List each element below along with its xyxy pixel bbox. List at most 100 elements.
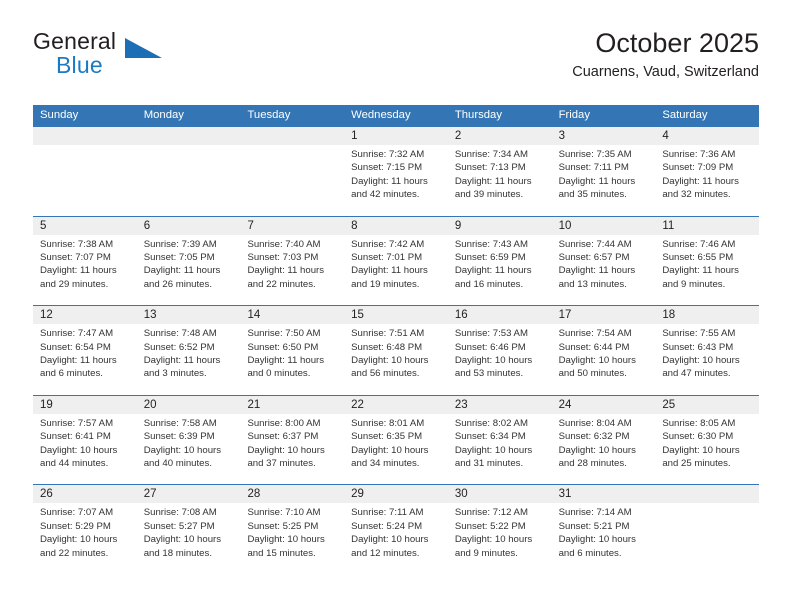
day-number (136, 127, 241, 145)
calendar-day-cell[interactable]: 3 Sunrise: 7:35 AM Sunset: 7:11 PM Daylight… (551, 127, 656, 216)
sunrise-text: Sunrise: 7:55 AM (662, 328, 736, 340)
day-sun-info: Sunrise: 8:05 AM Sunset: 6:30 PM Daylight:… (655, 414, 759, 471)
sunset-text: Sunset: 6:41 PM (40, 431, 111, 443)
calendar-day-cell[interactable]: 15 Sunrise: 7:51 AM Sunset: 6:48 PM Dayligh… (344, 306, 448, 395)
day-number: 15 (344, 306, 448, 325)
sunset-text: Sunset: 6:37 PM (247, 431, 319, 443)
day-number: 5 (33, 216, 137, 235)
calendar-day-cell[interactable]: 19 Sunrise: 7:57 AM Sunset: 6:41 PM Dayligh… (33, 395, 137, 485)
daylight-text-line1: Daylight: 11 hours (247, 355, 325, 366)
daylight-text-line1: Daylight: 11 hours (454, 265, 532, 277)
daylight-text-line2: and 40 minutes. (143, 458, 212, 469)
daylight-text-line1: Daylight: 10 hours (247, 534, 325, 546)
calendar-day-cell[interactable]: 17 Sunrise: 7:54 AM Sunset: 6:44 PM Dayligh… (551, 306, 656, 395)
sunrise-text: Sunrise: 7:32 AM (351, 149, 425, 160)
day-number (655, 485, 760, 504)
calendar-day-cell[interactable]: 10 Sunrise: 7:44 AM Sunset: 6:57 PM Dayligh… (551, 216, 656, 306)
sunset-text: Sunset: 6:59 PM (454, 252, 526, 263)
general-blue-logo: General Blue (33, 30, 163, 86)
daylight-text-line2: and 44 minutes. (40, 458, 109, 469)
day-sun-info: Sunrise: 8:04 AM Sunset: 6:32 PM Daylight:… (552, 414, 656, 471)
calendar-day-cell[interactable]: 18 Sunrise: 7:55 AM Sunset: 6:43 PM Dayligh… (655, 306, 760, 395)
calendar-day-cell[interactable]: 13 Sunrise: 7:48 AM Sunset: 6:52 PM Dayligh… (136, 306, 241, 395)
day-sun-info: Sunrise: 7:34 AM Sunset: 7:13 PM Daylight:… (448, 145, 552, 202)
calendar-day-cell-empty (136, 127, 241, 216)
sunset-text: Sunset: 6:52 PM (143, 341, 215, 353)
daylight-text-line1: Daylight: 10 hours (454, 444, 533, 456)
day-number (33, 127, 137, 145)
sunset-text: Sunset: 7:15 PM (351, 162, 423, 174)
daylight-text-line2: and 35 minutes. (558, 189, 627, 201)
day-number: 9 (447, 216, 552, 235)
calendar-day-cell[interactable]: 6 Sunrise: 7:39 AM Sunset: 7:05 PM Daylight… (136, 216, 241, 306)
daylight-text-line1: Daylight: 10 hours (558, 534, 636, 546)
daylight-text-line1: Daylight: 11 hours (662, 265, 739, 277)
day-number: 14 (240, 306, 345, 325)
daylight-text-line2: and 15 minutes. (247, 547, 316, 559)
calendar-day-cell[interactable]: 14 Sunrise: 7:50 AM Sunset: 6:50 PM Dayligh… (240, 306, 345, 395)
calendar-day-cell[interactable]: 25 Sunrise: 8:05 AM Sunset: 6:30 PM Dayligh… (655, 395, 760, 485)
day-sun-info: Sunrise: 7:35 AM Sunset: 7:11 PM Daylight:… (552, 145, 656, 202)
sunrise-text: Sunrise: 7:51 AM (351, 328, 425, 340)
calendar-day-cell[interactable]: 24 Sunrise: 8:04 AM Sunset: 6:32 PM Dayligh… (551, 395, 656, 485)
sunrise-text: Sunrise: 7:07 AM (40, 507, 114, 519)
daylight-text-line2: and 18 minutes. (143, 547, 212, 559)
sunrise-text: Sunrise: 7:10 AM (247, 507, 321, 519)
day-sun-info: Sunrise: 7:43 AM Sunset: 6:59 PM Daylight:… (448, 235, 552, 292)
calendar-day-cell[interactable]: 21 Sunrise: 8:00 AM Sunset: 6:37 PM Dayligh… (240, 395, 345, 485)
calendar-day-cell[interactable]: 26 Sunrise: 7:07 AM Sunset: 5:29 PM Dayligh… (33, 485, 137, 574)
calendar-weeks: 1 Sunrise: 7:32 AM Sunset: 7:15 PM Daylight… (33, 126, 760, 574)
calendar-grid: Sunday Monday Tuesday Wednesday Thursday… (33, 105, 760, 574)
sunrise-text: Sunrise: 7:35 AM (558, 149, 632, 160)
day-sun-info: Sunrise: 7:46 AM Sunset: 6:55 PM Daylight:… (655, 235, 759, 292)
daylight-text-line2: and 34 minutes. (351, 458, 420, 469)
sunrise-text: Sunrise: 7:58 AM (143, 417, 217, 429)
calendar-day-cell[interactable]: 30 Sunrise: 7:12 AM Sunset: 5:22 PM Dayligh… (447, 485, 552, 574)
sunset-text: Sunset: 5:25 PM (247, 520, 319, 532)
calendar-day-cell[interactable]: 11 Sunrise: 7:46 AM Sunset: 6:55 PM Dayligh… (655, 216, 760, 306)
calendar-day-cell[interactable]: 31 Sunrise: 7:14 AM Sunset: 5:21 PM Dayligh… (551, 485, 656, 574)
sunset-text: Sunset: 7:11 PM (558, 162, 629, 174)
calendar-day-cell[interactable]: 16 Sunrise: 7:53 AM Sunset: 6:46 PM Dayligh… (447, 306, 552, 395)
daylight-text-line2: and 26 minutes. (143, 278, 212, 290)
calendar-day-cell[interactable]: 2 Sunrise: 7:34 AM Sunset: 7:13 PM Daylight… (447, 127, 552, 216)
daylight-text-line1: Daylight: 10 hours (247, 444, 325, 456)
day-number: 23 (447, 395, 552, 414)
calendar-day-cell[interactable]: 23 Sunrise: 8:02 AM Sunset: 6:34 PM Dayligh… (447, 395, 552, 485)
calendar-day-cell[interactable]: 27 Sunrise: 7:08 AM Sunset: 5:27 PM Dayligh… (136, 485, 241, 574)
sunset-text: Sunset: 6:54 PM (40, 341, 111, 353)
daylight-text-line1: Daylight: 10 hours (351, 534, 429, 546)
weekday-header-monday: Monday (143, 109, 184, 121)
sunrise-text: Sunrise: 7:53 AM (454, 328, 528, 340)
logo-triangle-icon (125, 38, 162, 58)
weekday-header-tuesday: Tuesday (247, 109, 291, 121)
day-sun-info: Sunrise: 7:58 AM Sunset: 6:39 PM Daylight:… (137, 414, 241, 471)
page-subtitle-location: Cuarnens, Vaud, Switzerland (572, 64, 759, 81)
calendar-day-cell-empty (240, 127, 345, 216)
calendar-day-cell[interactable]: 12 Sunrise: 7:47 AM Sunset: 6:54 PM Dayligh… (33, 306, 137, 395)
page-header: General Blue October 2025 Cuarnens, Vaud… (33, 28, 759, 98)
weekday-header-friday: Friday (558, 109, 590, 121)
calendar-day-cell-empty (655, 485, 760, 574)
day-number: 26 (33, 485, 137, 504)
calendar-day-cell[interactable]: 20 Sunrise: 7:58 AM Sunset: 6:39 PM Dayligh… (136, 395, 241, 485)
calendar-day-cell[interactable]: 5 Sunrise: 7:38 AM Sunset: 7:07 PM Daylight… (33, 216, 137, 306)
day-number: 3 (551, 127, 656, 145)
day-sun-info: Sunrise: 7:11 AM Sunset: 5:24 PM Daylight:… (344, 503, 448, 560)
sunset-text: Sunset: 7:07 PM (40, 252, 111, 263)
sunset-text: Sunset: 6:34 PM (454, 431, 526, 443)
daylight-text-line1: Daylight: 11 hours (454, 175, 532, 187)
day-number: 29 (344, 485, 448, 504)
calendar-day-cell[interactable]: 29 Sunrise: 7:11 AM Sunset: 5:24 PM Dayligh… (344, 485, 448, 574)
daylight-text-line2: and 37 minutes. (247, 458, 316, 469)
calendar-day-cell[interactable]: 8 Sunrise: 7:42 AM Sunset: 7:01 PM Daylight… (344, 216, 448, 306)
day-number: 2 (447, 127, 552, 145)
calendar-day-cell[interactable]: 4 Sunrise: 7:36 AM Sunset: 7:09 PM Daylight… (655, 127, 760, 216)
calendar-day-cell[interactable]: 1 Sunrise: 7:32 AM Sunset: 7:15 PM Daylight… (344, 127, 448, 216)
calendar-day-cell[interactable]: 22 Sunrise: 8:01 AM Sunset: 6:35 PM Dayligh… (344, 395, 448, 485)
sunrise-text: Sunrise: 7:50 AM (247, 328, 321, 340)
calendar-day-cell[interactable]: 28 Sunrise: 7:10 AM Sunset: 5:25 PM Dayligh… (240, 485, 345, 574)
calendar-day-cell[interactable]: 9 Sunrise: 7:43 AM Sunset: 6:59 PM Daylight… (447, 216, 552, 306)
calendar-day-cell[interactable]: 7 Sunrise: 7:40 AM Sunset: 7:03 PM Daylight… (240, 216, 345, 306)
day-number: 12 (33, 306, 137, 325)
